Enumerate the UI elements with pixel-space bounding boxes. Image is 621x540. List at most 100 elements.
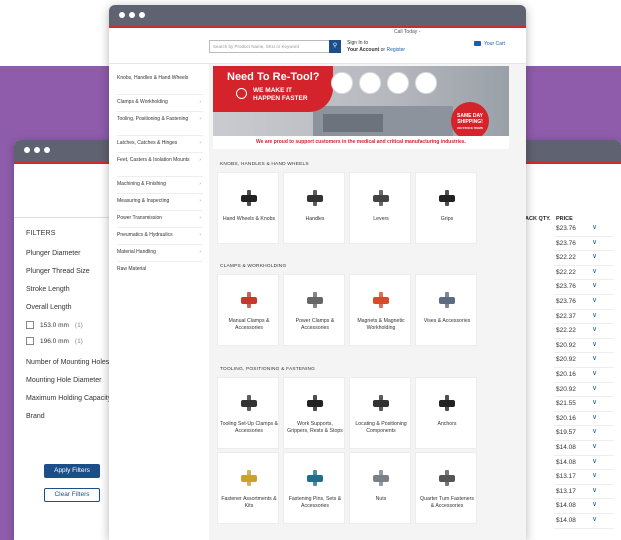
filter-checkbox-196[interactable]: 196.0 mm (1) — [26, 337, 83, 345]
table-row[interactable]: $20.16 ∨ — [554, 412, 614, 427]
table-row[interactable]: $23.76 ∨ — [554, 280, 614, 295]
checkbox-icon[interactable] — [26, 337, 34, 345]
filter-brand[interactable]: Brand — [26, 413, 45, 420]
search-input[interactable]: Search by Product Name, SKU or Keyword — [209, 40, 331, 53]
sidebar-item-latches[interactable]: Latches, Catches & Hinges › — [117, 140, 203, 147]
your-account-link[interactable]: Your Account — [347, 47, 379, 53]
apply-filters-button[interactable]: Apply Filters — [44, 464, 100, 478]
chevron-down-icon[interactable]: ∨ — [592, 311, 597, 319]
product-category-card[interactable]: Quarter Turn Fasteners & Accessories — [415, 452, 477, 524]
sidebar-divider — [117, 135, 203, 136]
chevron-down-icon[interactable]: ∨ — [592, 354, 597, 362]
table-row[interactable]: $23.76 ∨ — [554, 295, 614, 310]
checkbox-icon[interactable] — [26, 321, 34, 329]
sidebar-item-machining[interactable]: Machining & Finishing › — [117, 181, 203, 188]
product-category-card[interactable]: Vises & Accessories — [415, 274, 477, 346]
chevron-down-icon[interactable]: ∨ — [592, 296, 597, 304]
sidebar-item-power-transmission[interactable]: Power Transmission › — [117, 215, 203, 222]
product-category-card[interactable]: Locating & Positioning Components — [349, 377, 411, 449]
sidebar-item-material-handling[interactable]: Material Handling › — [117, 249, 203, 256]
table-row[interactable]: $14.08 ∨ — [554, 514, 614, 529]
chevron-down-icon[interactable]: ∨ — [592, 486, 597, 494]
product-category-label: Anchors — [437, 421, 457, 427]
sidebar-item-measuring[interactable]: Measuring & Inspecting › — [117, 198, 203, 205]
filter-checkbox-153[interactable]: 153.0 mm (1) — [26, 321, 83, 329]
chevron-down-icon[interactable]: ∨ — [592, 252, 597, 260]
filter-plunger-thread-size[interactable]: Plunger Thread Size — [26, 268, 90, 275]
chevron-down-icon[interactable]: ∨ — [592, 427, 597, 435]
section-title-tooling: TOOLING, POSITIONING & FASTENING — [220, 367, 316, 372]
product-category-card[interactable]: Tooling Set-Up Clamps & Accessories — [217, 377, 279, 449]
sidebar-item-clamps[interactable]: Clamps & Workholding › — [117, 99, 203, 106]
chevron-down-icon[interactable]: ∨ — [592, 457, 597, 465]
sidebar-item-knobs[interactable]: Knobs, Handles & Hand Wheels — [117, 75, 203, 82]
table-row[interactable]: $20.92 ∨ — [554, 339, 614, 354]
product-category-card[interactable]: Anchors — [415, 377, 477, 449]
chevron-down-icon[interactable]: ∨ — [592, 281, 597, 289]
table-row[interactable]: $22.22 ∨ — [554, 266, 614, 281]
filter-mounting-hole-diameter[interactable]: Mounting Hole Diameter — [26, 377, 101, 384]
sidebar-item-label: Material Handling — [117, 249, 156, 255]
product-category-card[interactable]: Fastening Pins, Sets & Accessories — [283, 452, 345, 524]
table-row[interactable]: $20.92 ∨ — [554, 383, 614, 398]
search-button[interactable]: ⚲ — [329, 40, 341, 53]
product-category-card[interactable]: Levers — [349, 172, 411, 244]
chevron-down-icon[interactable]: ∨ — [592, 384, 597, 392]
filter-number-of-mounting-holes[interactable]: Number of Mounting Holes — [26, 359, 109, 366]
clear-filters-button[interactable]: Clear Filters — [44, 488, 100, 502]
table-row[interactable]: $22.37 ∨ — [554, 310, 614, 325]
filter-stroke-length[interactable]: Stroke Length — [26, 286, 70, 293]
window-dot-icon — [139, 12, 145, 18]
product-category-card[interactable]: Nuts — [349, 452, 411, 524]
product-category-card[interactable]: Handles — [283, 172, 345, 244]
table-row[interactable]: $13.17 ∨ — [554, 470, 614, 485]
product-category-card[interactable]: Hand Wheels & Knobs — [217, 172, 279, 244]
account-link[interactable]: Sign In to Your Account or Register — [347, 40, 405, 54]
price-cell: $13.17 — [556, 487, 576, 495]
table-row[interactable]: $20.92 ∨ — [554, 353, 614, 368]
chevron-down-icon[interactable]: ∨ — [592, 471, 597, 479]
table-row[interactable]: $23.76 ∨ — [554, 222, 614, 237]
filter-plunger-diameter[interactable]: Plunger Diameter — [26, 250, 80, 257]
sidebar-item-feet[interactable]: Feet, Casters & Isolation Mounts › — [117, 157, 203, 164]
filter-maximum-holding-capacity[interactable]: Maximum Holding Capacity — [26, 395, 111, 402]
filter-overall-length[interactable]: Overall Length — [26, 304, 72, 311]
table-row[interactable]: $23.76 ∨ — [554, 237, 614, 252]
product-category-card[interactable]: Power Clamps & Accessories — [283, 274, 345, 346]
table-row[interactable]: $14.08 ∨ — [554, 456, 614, 471]
sidebar-item-pneumatics[interactable]: Pneumatics & Hydraulics › — [117, 232, 203, 239]
chevron-down-icon[interactable]: ∨ — [592, 398, 597, 406]
sidebar-item-raw-material[interactable]: Raw Material — [117, 266, 203, 273]
product-category-card[interactable]: Magnets & Magnetic Workholding — [349, 274, 411, 346]
chevron-down-icon[interactable]: ∨ — [592, 442, 597, 450]
table-row[interactable]: $20.16 ∨ — [554, 368, 614, 383]
table-row[interactable]: $21.55 ∨ — [554, 397, 614, 412]
chevron-down-icon[interactable]: ∨ — [592, 340, 597, 348]
chevron-down-icon[interactable]: ∨ — [592, 267, 597, 275]
promo-banner[interactable]: Need To Re-Tool? WE MAKE IT HAPPEN FASTE… — [213, 66, 509, 149]
register-link[interactable]: Register — [386, 47, 405, 53]
grip-icon — [432, 187, 462, 209]
table-row[interactable]: $14.08 ∨ — [554, 441, 614, 456]
chevron-down-icon[interactable]: ∨ — [592, 515, 597, 523]
chevron-down-icon[interactable]: ∨ — [592, 500, 597, 508]
product-category-card[interactable]: Manual Clamps & Accessories — [217, 274, 279, 346]
product-category-card[interactable]: Work Supports, Grippers, Rests & Stops — [283, 377, 345, 449]
product-category-card[interactable]: Grips — [415, 172, 477, 244]
table-row[interactable]: $22.22 ∨ — [554, 251, 614, 266]
chevron-down-icon[interactable]: ∨ — [592, 369, 597, 377]
anchor-icon — [432, 392, 462, 414]
table-row[interactable]: $14.08 ∨ — [554, 499, 614, 514]
chevron-down-icon[interactable]: ∨ — [592, 325, 597, 333]
product-category-card[interactable]: Fastener Assortments & Kits — [217, 452, 279, 524]
sidebar-item-tooling[interactable]: Tooling, Positioning & Fastening › — [117, 116, 203, 123]
search-icon: ⚲ — [332, 43, 338, 49]
table-row[interactable]: $13.17 ∨ — [554, 485, 614, 500]
price-cell: $22.22 — [556, 268, 576, 276]
chevron-down-icon[interactable]: ∨ — [592, 413, 597, 421]
table-row[interactable]: $19.57 ∨ — [554, 426, 614, 441]
table-row[interactable]: $22.22 ∨ — [554, 324, 614, 339]
cart-link[interactable]: Your Cart — [474, 41, 505, 47]
chevron-down-icon[interactable]: ∨ — [592, 238, 597, 246]
chevron-down-icon[interactable]: ∨ — [592, 223, 597, 231]
